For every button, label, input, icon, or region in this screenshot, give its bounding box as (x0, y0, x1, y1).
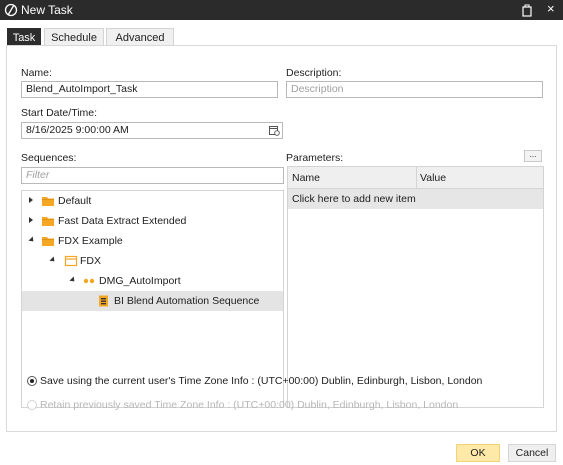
grid-header: Name Value (288, 167, 543, 189)
timezone-save-current-label[interactable]: Save using the current user's Time Zone … (40, 375, 482, 387)
ok-button[interactable]: OK (456, 444, 500, 462)
parameters-grid: Name Value Click here to add new item (287, 166, 544, 408)
collapse-arrow-icon[interactable] (28, 236, 36, 244)
cancel-button[interactable]: Cancel (508, 444, 556, 462)
tab-task[interactable]: Task (7, 28, 41, 46)
column-header-name[interactable]: Name (292, 172, 320, 184)
filter-input[interactable]: Filter (21, 167, 284, 184)
column-divider (416, 167, 417, 189)
expand-arrow-icon[interactable] (29, 197, 33, 203)
calendar-folder-icon (64, 255, 78, 267)
dots-group-icon (83, 278, 95, 284)
folder-icon (42, 197, 54, 206)
tree-item-label: FDX Example (58, 235, 123, 247)
window-title: New Task (21, 3, 73, 17)
tab-schedule[interactable]: Schedule (44, 28, 104, 46)
start-datetime-label: Start Date/Time: (21, 107, 98, 119)
start-datetime-value: 8/16/2025 9:00:00 AM (26, 124, 129, 136)
timezone-save-current-radio[interactable] (27, 376, 37, 386)
sequences-label: Sequences: (21, 152, 77, 164)
description-label: Description: (286, 67, 342, 79)
name-input[interactable]: Blend_AutoImport_Task (21, 81, 278, 98)
collapse-arrow-icon[interactable] (49, 256, 57, 264)
description-input[interactable]: Description (286, 81, 543, 98)
timezone-retain-previous-label: Retain previously saved Time Zone Info :… (40, 399, 459, 411)
tree-item-fdx-example[interactable]: FDX Example (22, 231, 283, 251)
calendar-icon[interactable] (269, 125, 280, 136)
start-datetime-input[interactable]: 8/16/2025 9:00:00 AM (21, 122, 283, 139)
name-label: Name: (21, 67, 52, 79)
tree-item-label: BI Blend Automation Sequence (114, 295, 260, 307)
tab-advanced[interactable]: Advanced (106, 28, 174, 46)
folder-icon (42, 237, 54, 246)
task-panel: Name: Blend_AutoImport_Task Description:… (6, 45, 557, 432)
tree-item-label: Default (58, 195, 92, 207)
tree-item-default[interactable]: Default (22, 191, 283, 211)
tree-item-dmg-autoimport[interactable]: DMG_AutoImport (22, 271, 283, 291)
add-new-item-text: Click here to add new item (292, 193, 416, 205)
tree-item-label: FDX (80, 255, 101, 267)
column-header-value[interactable]: Value (420, 172, 446, 184)
collapse-arrow-icon[interactable] (69, 276, 77, 284)
tree-item-bi-blend-sequence[interactable]: BI Blend Automation Sequence (22, 291, 283, 311)
tree-item-fdx[interactable]: FDX (22, 251, 283, 271)
tree-item-fast-data-extract[interactable]: Fast Data Extract Extended (22, 211, 283, 231)
restore-icon[interactable] (520, 3, 534, 17)
tree-item-label: DMG_AutoImport (99, 275, 181, 287)
parameters-ellipsis-button[interactable]: ... (524, 150, 542, 162)
folder-icon (42, 217, 54, 226)
parameters-label: Parameters: (286, 152, 344, 164)
expand-arrow-icon[interactable] (29, 217, 33, 223)
add-new-item-row[interactable]: Click here to add new item (288, 189, 543, 209)
close-icon[interactable]: × (547, 2, 555, 16)
sequence-icon (99, 295, 108, 307)
app-logo-icon (4, 3, 18, 17)
timezone-retain-previous-radio (27, 400, 37, 410)
tree-item-label: Fast Data Extract Extended (58, 215, 187, 227)
title-bar: New Task × (0, 0, 563, 20)
